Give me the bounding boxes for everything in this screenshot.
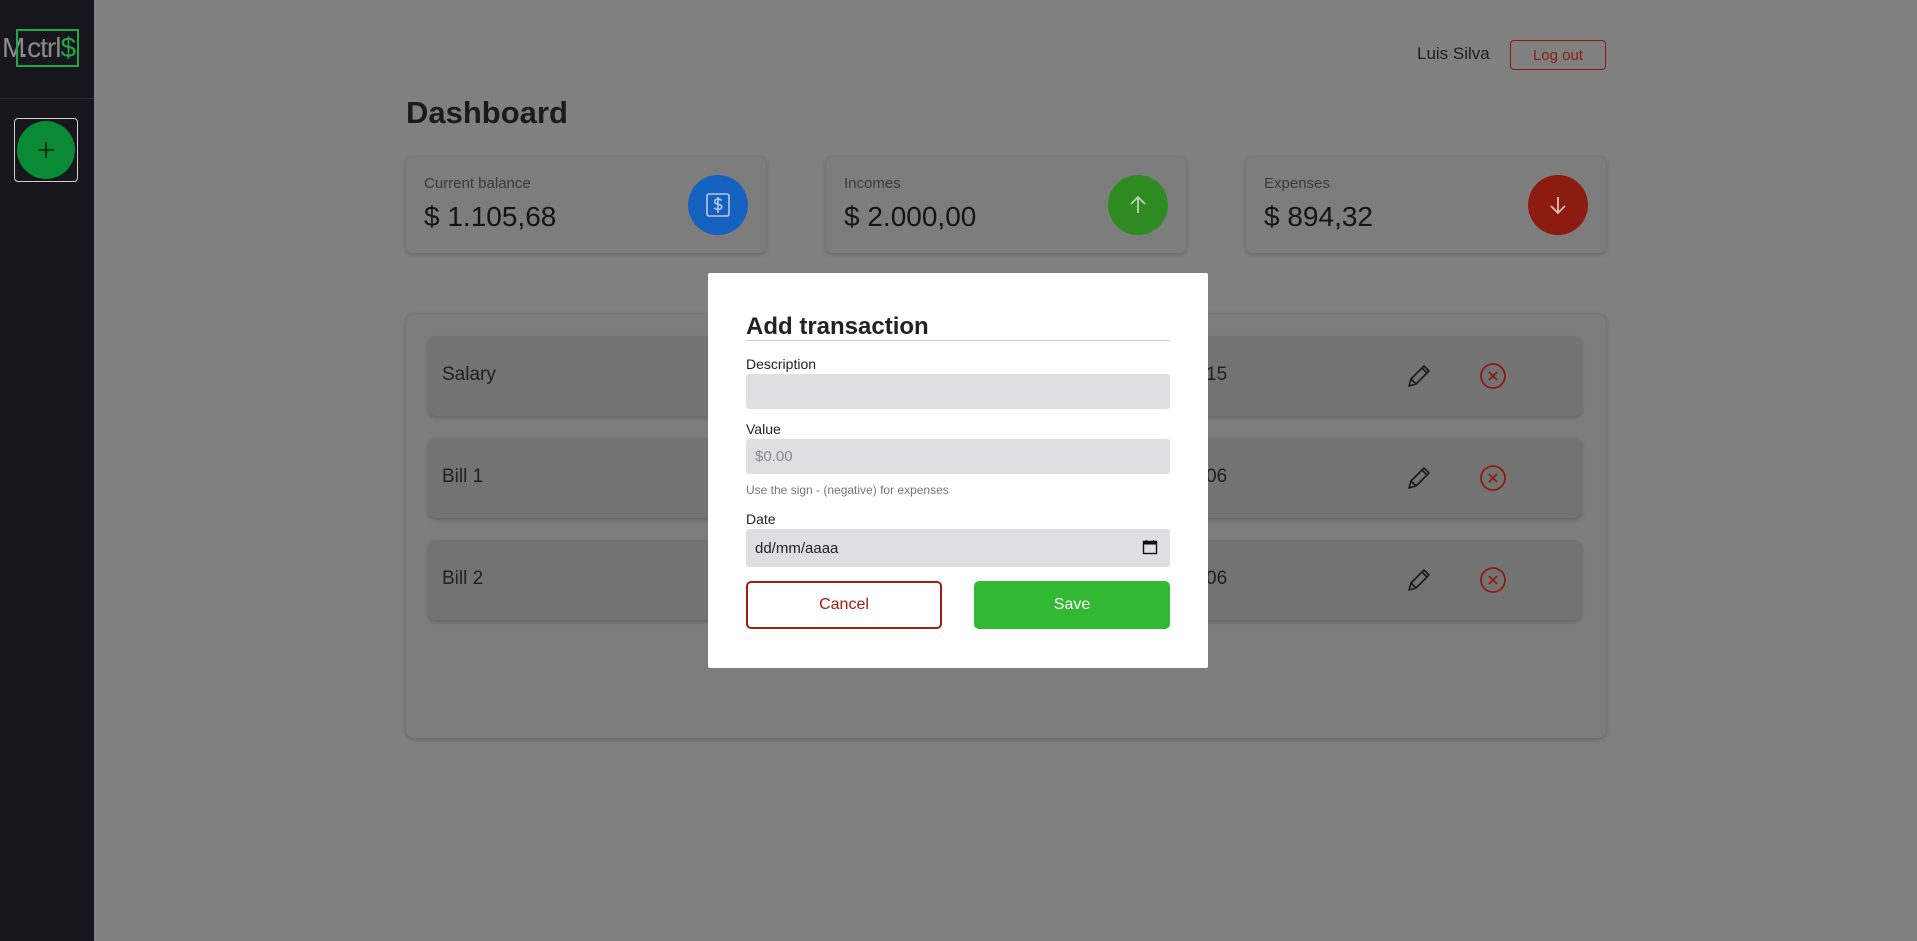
calendar-icon[interactable] <box>1142 539 1158 555</box>
pencil-icon[interactable] <box>1404 361 1434 391</box>
cancel-button[interactable]: Cancel <box>746 581 942 629</box>
value-input[interactable]: $0.00 <box>746 439 1170 474</box>
add-transaction-modal: Add transaction Description Value $0.00 … <box>708 273 1208 668</box>
user-name: Luis Silva <box>1417 44 1490 63</box>
arrow-down-icon <box>1528 175 1588 235</box>
modal-divider <box>746 340 1170 341</box>
delete-icon[interactable] <box>1478 463 1508 493</box>
delete-icon[interactable] <box>1478 565 1508 595</box>
transaction-description: Bill 1 <box>442 466 484 487</box>
delete-icon[interactable] <box>1478 361 1508 391</box>
description-input[interactable] <box>746 374 1170 409</box>
plus-icon[interactable] <box>17 121 75 179</box>
transaction-date: 06 <box>1206 568 1228 589</box>
arrow-up-icon <box>1108 175 1168 235</box>
card-expenses: Expenses $ 894,32 <box>1246 157 1606 253</box>
pencil-icon[interactable] <box>1404 463 1434 493</box>
page-title: Dashboard <box>406 95 568 130</box>
card-value: $ 894,32 <box>1264 201 1373 232</box>
value-label: Value <box>746 421 781 437</box>
transaction-description: Salary <box>442 364 496 385</box>
app-logo: M .ctrl $ <box>0 26 94 70</box>
card-current-balance: Current balance $ 1.105,68 <box>406 157 766 253</box>
pencil-icon[interactable] <box>1404 565 1434 595</box>
modal-title: Add transaction <box>746 313 929 340</box>
sidebar: M .ctrl $ <box>0 0 94 941</box>
card-value: $ 1.105,68 <box>424 201 557 232</box>
logo-dollar: $ <box>60 32 76 63</box>
card-label: Expenses <box>1264 175 1330 192</box>
card-label: Current balance <box>424 175 531 192</box>
dollar-icon <box>688 175 748 235</box>
card-value: $ 2.000,00 <box>844 201 977 232</box>
transaction-date: 15 <box>1206 364 1228 385</box>
logout-button[interactable]: Log out <box>1510 40 1606 70</box>
date-label: Date <box>746 511 776 527</box>
description-label: Description <box>746 356 817 372</box>
save-button[interactable]: Save <box>974 581 1170 629</box>
sidebar-divider <box>0 98 94 99</box>
transaction-date: 06 <box>1206 466 1228 487</box>
card-incomes: Incomes $ 2.000,00 <box>826 157 1186 253</box>
add-transaction-button[interactable] <box>14 118 78 182</box>
logo-box: .ctrl $ <box>16 29 80 67</box>
date-input[interactable]: dd/mm/aaaa <box>746 529 1170 567</box>
date-placeholder: dd/mm/aaaa <box>755 539 839 557</box>
transaction-description: Bill 2 <box>442 568 484 589</box>
logo-text: .ctrl <box>20 32 61 63</box>
value-hint: Use the sign - (negative) for expenses <box>746 483 949 497</box>
card-label: Incomes <box>844 175 901 192</box>
